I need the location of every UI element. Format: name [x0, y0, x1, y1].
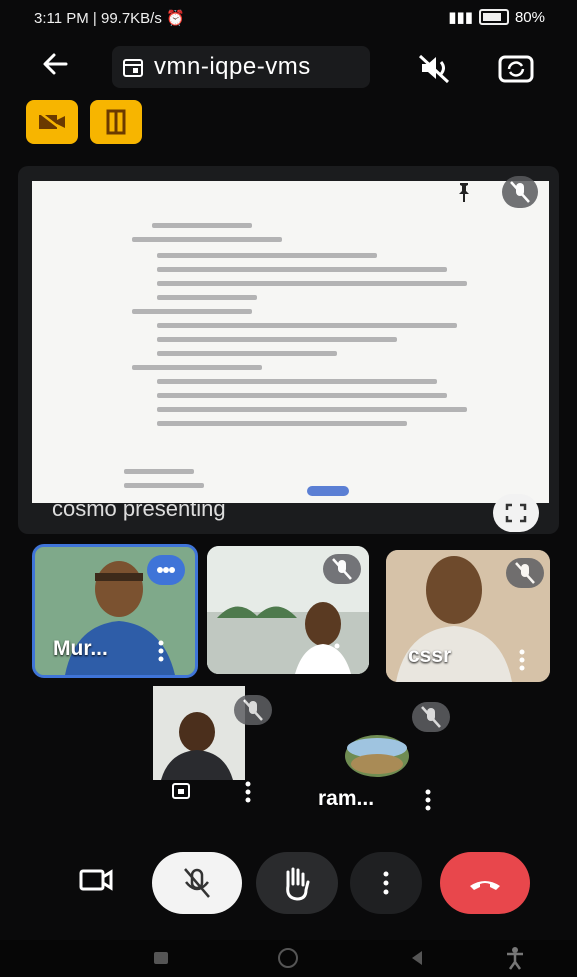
alarm-icon: ⏰	[166, 10, 185, 27]
speaker-toggle-button[interactable]	[412, 48, 458, 88]
doc-line	[157, 323, 457, 328]
system-nav-bar	[0, 940, 577, 977]
mic-off-icon	[323, 554, 361, 584]
recents-button[interactable]	[154, 952, 168, 964]
mic-off-icon	[412, 702, 450, 732]
door-button[interactable]	[90, 100, 142, 144]
doc-line	[132, 309, 252, 314]
doc-line	[132, 237, 282, 242]
doc-line	[157, 421, 407, 426]
home-button[interactable]	[278, 948, 298, 968]
pin-icon[interactable]	[452, 180, 476, 204]
switch-camera-icon	[498, 55, 534, 83]
presenter-label: cosmo presenting	[52, 496, 226, 521]
battery-icon	[478, 9, 509, 25]
mic-off-icon	[506, 558, 544, 588]
doc-page-indicator	[307, 486, 349, 496]
more-options-icon[interactable]	[518, 648, 526, 672]
self-more-options-icon[interactable]	[244, 780, 252, 804]
back-nav-icon[interactable]	[408, 949, 426, 967]
switch-camera-button[interactable]	[492, 48, 540, 88]
participant-name: ram...	[318, 787, 375, 810]
back-arrow-icon	[43, 53, 68, 75]
participant-tile-cssr[interactable]: cssr	[386, 550, 550, 682]
participant-tile-mur[interactable]: Mur...	[32, 544, 198, 678]
more-options-icon[interactable]	[157, 639, 165, 663]
raise-hand-button[interactable]	[256, 852, 338, 914]
doc-line	[124, 469, 194, 474]
self-video-tile[interactable]	[153, 686, 245, 780]
end-call-button[interactable]	[440, 852, 530, 914]
status-time: 3:11 PM | 99.7KB/s ⏰	[34, 10, 185, 27]
doc-line	[132, 365, 262, 370]
microphone-button[interactable]	[152, 852, 242, 914]
doc-line	[157, 393, 447, 398]
accessibility-icon[interactable]	[505, 946, 525, 970]
doc-line	[157, 351, 337, 356]
status-bar: 3:11 PM | 99.7KB/s ⏰ ▮▮▮ 80%	[0, 0, 577, 36]
battery-percent: 80%	[514, 8, 545, 26]
meeting-code-chip[interactable]: vmn-iqpe-vms	[112, 46, 370, 88]
fullscreen-button[interactable]	[493, 494, 539, 532]
doc-line	[152, 223, 252, 228]
mic-off-icon	[184, 868, 210, 898]
pin-glyph-icon	[459, 183, 469, 202]
participant-tile-2[interactable]	[207, 546, 369, 674]
shared-document	[32, 181, 549, 503]
doc-line	[157, 295, 257, 300]
camera-off-toggle-button[interactable]	[26, 100, 78, 144]
calendar-icon	[123, 59, 143, 77]
presentation-mic-off-icon	[502, 176, 538, 208]
more-vertical-icon	[383, 871, 389, 895]
speaker-off-icon	[418, 54, 450, 84]
doc-line	[157, 379, 437, 384]
more-options-icon[interactable]	[333, 642, 341, 666]
hand-icon	[286, 867, 310, 901]
self-mic-off-icon	[234, 695, 272, 725]
avatar	[345, 735, 409, 777]
self-view-toggle-icon[interactable]	[170, 780, 192, 802]
door-icon	[106, 109, 126, 135]
doc-line	[157, 253, 377, 258]
self-video	[153, 686, 245, 780]
doc-line	[124, 483, 204, 488]
video-off-icon	[38, 111, 66, 133]
fullscreen-icon	[505, 503, 527, 523]
participant-name: Mur...	[53, 637, 108, 660]
meeting-code: vmn-iqpe-vms	[154, 53, 311, 80]
audio-level-icon	[157, 567, 175, 573]
doc-line	[157, 267, 447, 272]
participant-name: cssr	[408, 644, 452, 667]
participant-tile-ram[interactable]: ram...	[286, 690, 476, 820]
video-camera-icon	[79, 869, 113, 891]
camera-button[interactable]	[74, 858, 118, 902]
mic-off-icon	[510, 181, 530, 203]
more-options-icon[interactable]	[424, 788, 432, 812]
back-button[interactable]	[40, 50, 74, 80]
more-options-button[interactable]	[350, 852, 422, 914]
status-right: ▮▮▮ 80%	[448, 8, 545, 27]
speaking-indicator-icon	[147, 555, 185, 585]
doc-line	[157, 337, 397, 342]
signal-icon: ▮▮▮	[448, 9, 473, 26]
doc-line	[157, 281, 467, 286]
phone-hangup-icon	[470, 881, 500, 890]
doc-line	[157, 407, 467, 412]
